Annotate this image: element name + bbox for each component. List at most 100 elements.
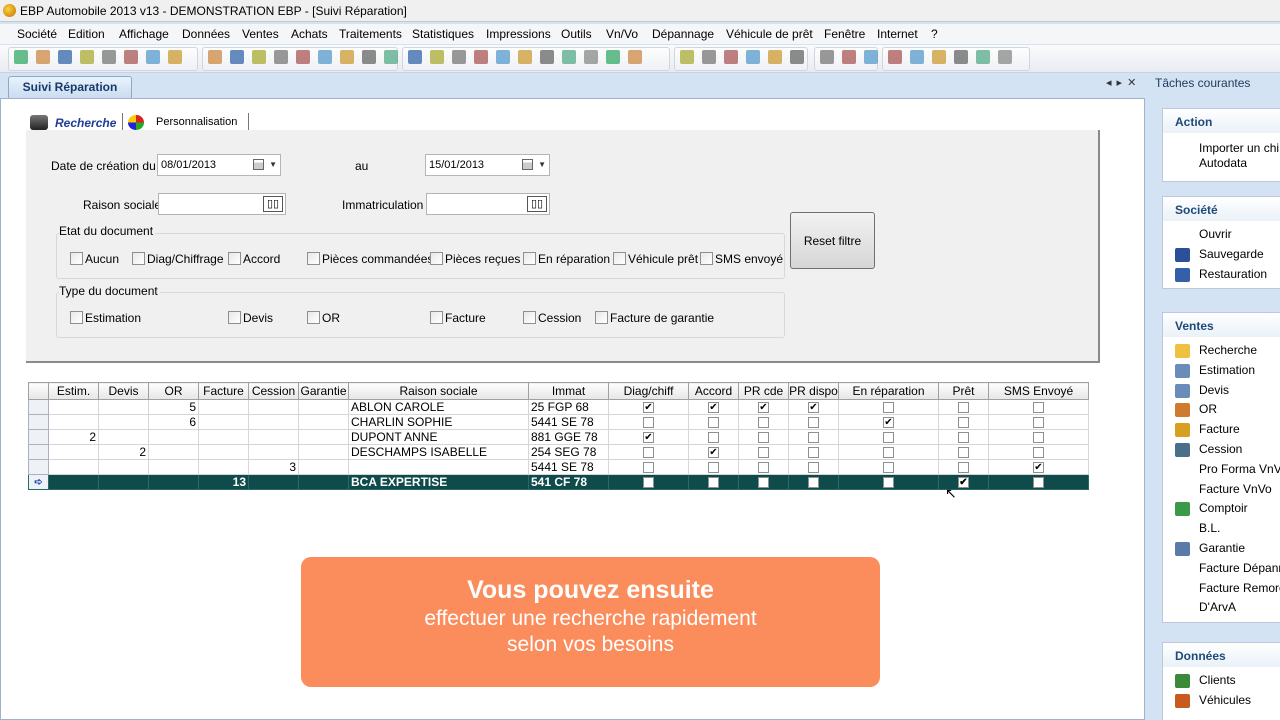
task-item[interactable]: Sauvegarde xyxy=(1199,247,1264,261)
state-checkbox[interactable] xyxy=(70,252,83,265)
toolbar-button-icon[interactable] xyxy=(430,50,444,64)
grid-checkbox[interactable] xyxy=(708,477,719,489)
grid-checkbox[interactable] xyxy=(1033,447,1044,459)
task-item[interactable]: Facture xyxy=(1199,422,1240,436)
row-header[interactable] xyxy=(28,399,49,415)
toolbar-button-icon[interactable] xyxy=(910,50,924,64)
toolbar-button-icon[interactable] xyxy=(80,50,94,64)
toolbar-button-icon[interactable] xyxy=(296,50,310,64)
task-item[interactable]: Autodata xyxy=(1199,156,1247,170)
cell-or[interactable] xyxy=(148,474,199,490)
table-row[interactable]: 3 5441 SE 78 ✔ xyxy=(28,459,1089,475)
grid-checkbox[interactable] xyxy=(1033,417,1044,429)
cell-garantie[interactable] xyxy=(298,399,349,415)
reset-filter-button[interactable]: Reset filtre xyxy=(790,212,875,269)
cell-immat[interactable]: 5441 SE 78 xyxy=(528,459,609,475)
close-icon[interactable]: ✕ xyxy=(1127,77,1141,89)
toolbar-button-icon[interactable] xyxy=(340,50,354,64)
table-row[interactable]: 5 ABLON CAROLE 25 FGP 68 ✔ ✔ ✔ ✔ xyxy=(28,399,1089,415)
toolbar-button-icon[interactable] xyxy=(102,50,116,64)
current-row-arrow-icon[interactable]: ➪ xyxy=(28,474,49,490)
column-header[interactable]: PR cde xyxy=(738,382,789,400)
row-header[interactable] xyxy=(28,429,49,445)
grid-checkbox[interactable] xyxy=(808,417,819,429)
cell-devis[interactable] xyxy=(98,399,149,415)
cell-devis[interactable] xyxy=(98,474,149,490)
task-item[interactable]: Comptoir xyxy=(1199,501,1248,515)
row-header[interactable] xyxy=(28,444,49,460)
cell-or[interactable] xyxy=(148,459,199,475)
grid-checkbox[interactable] xyxy=(1033,402,1044,414)
menu-item[interactable]: Ventes xyxy=(242,27,279,41)
state-checkbox[interactable] xyxy=(132,252,145,265)
tab-navigation[interactable]: ◂▸✕ xyxy=(1106,76,1141,89)
menu-item[interactable]: Traitements xyxy=(339,27,402,41)
grid-checkbox[interactable] xyxy=(758,462,769,474)
cell-or[interactable] xyxy=(148,429,199,445)
type-checkbox[interactable] xyxy=(523,311,536,324)
cell-immat[interactable]: 881 GGE 78 xyxy=(528,429,609,445)
column-header[interactable]: Garantie xyxy=(298,382,349,400)
grid-checkbox[interactable]: ✔ xyxy=(1033,462,1044,474)
menu-item[interactable]: Statistiques xyxy=(412,27,474,41)
grid-checkbox[interactable] xyxy=(883,432,894,444)
lookup-book-icon[interactable]: ▯▯ xyxy=(527,196,547,212)
grid-checkbox[interactable] xyxy=(643,462,654,474)
toolbar-button-icon[interactable] xyxy=(318,50,332,64)
cell-devis[interactable] xyxy=(98,459,149,475)
grid-checkbox[interactable]: ✔ xyxy=(643,432,654,444)
grid-checkbox[interactable] xyxy=(883,402,894,414)
column-header[interactable]: En réparation xyxy=(838,382,939,400)
grid-checkbox[interactable] xyxy=(958,462,969,474)
toolbar-button-icon[interactable] xyxy=(790,50,804,64)
column-header[interactable]: Cession xyxy=(248,382,299,400)
grid-checkbox[interactable]: ✔ xyxy=(883,417,894,429)
calendar-icon[interactable] xyxy=(522,159,533,170)
date-from-field[interactable]: 08/01/2013 ▼ xyxy=(157,154,281,176)
toolbar-button-icon[interactable] xyxy=(36,50,50,64)
toolbar-button-icon[interactable] xyxy=(562,50,576,64)
cell-or[interactable] xyxy=(148,444,199,460)
task-item[interactable]: Garantie xyxy=(1199,541,1245,555)
toolbar-button-icon[interactable] xyxy=(606,50,620,64)
task-item[interactable]: Facture VnVo xyxy=(1199,482,1272,496)
task-item[interactable]: Véhicules xyxy=(1199,693,1251,707)
column-header[interactable]: Prêt xyxy=(938,382,989,400)
grid-checkbox[interactable] xyxy=(808,462,819,474)
type-checkbox[interactable] xyxy=(70,311,83,324)
chevron-down-icon[interactable]: ▼ xyxy=(269,160,277,169)
toolbar-button-icon[interactable] xyxy=(518,50,532,64)
type-checkbox[interactable] xyxy=(307,311,320,324)
tab-suivi-reparation[interactable]: Suivi Réparation xyxy=(8,76,132,98)
cell-name[interactable]: BCA EXPERTISE xyxy=(348,474,529,490)
cell-cession[interactable] xyxy=(248,414,299,430)
toolbar-button-icon[interactable] xyxy=(124,50,138,64)
cell-immat[interactable]: 541 CF 78 xyxy=(528,474,609,490)
column-header[interactable]: Estim. xyxy=(48,382,99,400)
cell-facture[interactable] xyxy=(198,399,249,415)
menu-item[interactable]: Internet xyxy=(877,27,918,41)
type-checkbox[interactable] xyxy=(228,311,241,324)
toolbar-button-icon[interactable] xyxy=(274,50,288,64)
tab-next-icon[interactable]: ▸ xyxy=(1117,77,1128,89)
grid-checkbox[interactable] xyxy=(883,447,894,459)
grid-checkbox[interactable]: ✔ xyxy=(643,402,654,414)
cell-garantie[interactable] xyxy=(298,414,349,430)
cell-immat[interactable]: 254 SEG 78 xyxy=(528,444,609,460)
column-header[interactable]: PR dispo xyxy=(788,382,839,400)
cell-devis[interactable] xyxy=(98,414,149,430)
calendar-icon[interactable] xyxy=(253,159,264,170)
toolbar-button-icon[interactable] xyxy=(540,50,554,64)
column-header[interactable]: Facture xyxy=(198,382,249,400)
toolbar-button-icon[interactable] xyxy=(168,50,182,64)
grid-checkbox[interactable] xyxy=(708,462,719,474)
grid-checkbox[interactable] xyxy=(958,447,969,459)
task-section-title[interactable]: Ventes xyxy=(1163,313,1280,337)
grid-checkbox[interactable] xyxy=(643,447,654,459)
grid-checkbox[interactable] xyxy=(643,477,654,489)
toolbar-button-icon[interactable] xyxy=(628,50,642,64)
cell-cession[interactable]: 3 xyxy=(248,459,299,475)
menu-item[interactable]: Données xyxy=(182,27,230,41)
table-row[interactable]: 2 DUPONT ANNE 881 GGE 78 ✔ xyxy=(28,429,1089,445)
toolbar-button-icon[interactable] xyxy=(888,50,902,64)
